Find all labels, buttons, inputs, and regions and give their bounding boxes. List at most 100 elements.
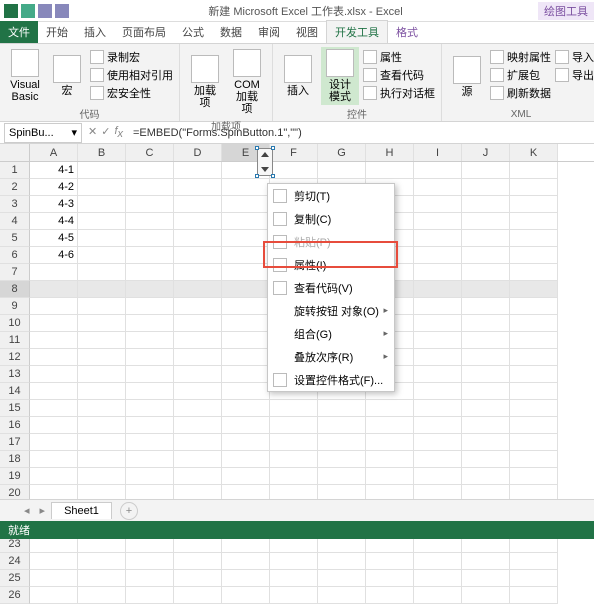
- cell[interactable]: [462, 298, 510, 315]
- cell[interactable]: [270, 587, 318, 604]
- cell[interactable]: [78, 281, 126, 298]
- col-header[interactable]: B: [78, 144, 126, 161]
- row-header[interactable]: 12: [0, 349, 30, 366]
- row-header[interactable]: 17: [0, 434, 30, 451]
- cell[interactable]: [222, 298, 270, 315]
- cell[interactable]: [30, 349, 78, 366]
- cell[interactable]: [78, 247, 126, 264]
- cell[interactable]: [414, 230, 462, 247]
- col-header[interactable]: A: [30, 144, 78, 161]
- cell[interactable]: [510, 332, 558, 349]
- cell[interactable]: [30, 383, 78, 400]
- menu-order[interactable]: 叠放次序(R)▸: [268, 345, 394, 368]
- cell[interactable]: [510, 383, 558, 400]
- cell[interactable]: [78, 570, 126, 587]
- cell[interactable]: [222, 570, 270, 587]
- cell[interactable]: [174, 213, 222, 230]
- cell[interactable]: [414, 247, 462, 264]
- cell[interactable]: [126, 230, 174, 247]
- cell[interactable]: [318, 587, 366, 604]
- cell[interactable]: [318, 434, 366, 451]
- cell[interactable]: [126, 587, 174, 604]
- row-header[interactable]: 14: [0, 383, 30, 400]
- undo-icon[interactable]: [38, 4, 52, 18]
- cell[interactable]: [126, 315, 174, 332]
- cell[interactable]: [30, 570, 78, 587]
- cell[interactable]: [126, 298, 174, 315]
- cell[interactable]: [366, 587, 414, 604]
- cell[interactable]: [414, 213, 462, 230]
- confirm-icon[interactable]: ✓: [101, 125, 110, 140]
- cell[interactable]: [174, 468, 222, 485]
- cell[interactable]: [462, 587, 510, 604]
- cell[interactable]: [462, 451, 510, 468]
- cell[interactable]: [462, 179, 510, 196]
- cell[interactable]: 4-3: [30, 196, 78, 213]
- cell[interactable]: [462, 196, 510, 213]
- cell[interactable]: [510, 264, 558, 281]
- cell[interactable]: [78, 264, 126, 281]
- cell[interactable]: [510, 247, 558, 264]
- cell[interactable]: [174, 315, 222, 332]
- cell[interactable]: [270, 434, 318, 451]
- cell[interactable]: [462, 315, 510, 332]
- cell[interactable]: [222, 247, 270, 264]
- col-header[interactable]: K: [510, 144, 558, 161]
- row-header[interactable]: 6: [0, 247, 30, 264]
- cell[interactable]: [78, 417, 126, 434]
- row-header[interactable]: 25: [0, 570, 30, 587]
- cell[interactable]: [30, 587, 78, 604]
- cell[interactable]: [318, 553, 366, 570]
- cell[interactable]: [126, 162, 174, 179]
- save-icon[interactable]: [21, 4, 35, 18]
- cell[interactable]: [270, 417, 318, 434]
- cell[interactable]: [222, 213, 270, 230]
- redo-icon[interactable]: [55, 4, 69, 18]
- cell[interactable]: [462, 230, 510, 247]
- cell[interactable]: [414, 553, 462, 570]
- cell[interactable]: [126, 179, 174, 196]
- cell[interactable]: [174, 349, 222, 366]
- row-header[interactable]: 18: [0, 451, 30, 468]
- cell[interactable]: 4-2: [30, 179, 78, 196]
- cell[interactable]: [174, 162, 222, 179]
- cell[interactable]: [414, 366, 462, 383]
- import-button[interactable]: 导入: [555, 49, 594, 65]
- cell[interactable]: [270, 400, 318, 417]
- view-code-button[interactable]: 查看代码: [363, 67, 435, 83]
- cell[interactable]: [510, 451, 558, 468]
- com-addins-button[interactable]: COM 加载项: [228, 47, 266, 117]
- cell[interactable]: [126, 434, 174, 451]
- cell[interactable]: [414, 383, 462, 400]
- cell[interactable]: [30, 417, 78, 434]
- cell[interactable]: [174, 247, 222, 264]
- cell[interactable]: [126, 553, 174, 570]
- cell[interactable]: [414, 400, 462, 417]
- record-macro-button[interactable]: 录制宏: [90, 49, 173, 65]
- cell[interactable]: [126, 213, 174, 230]
- cell[interactable]: [414, 281, 462, 298]
- menu-format-control[interactable]: 设置控件格式(F)...: [268, 368, 394, 391]
- cell[interactable]: [462, 468, 510, 485]
- row-header[interactable]: 13: [0, 366, 30, 383]
- row-header[interactable]: 24: [0, 553, 30, 570]
- col-header[interactable]: J: [462, 144, 510, 161]
- cell[interactable]: [414, 179, 462, 196]
- macro-security-button[interactable]: 宏安全性: [90, 85, 173, 101]
- cell[interactable]: [174, 400, 222, 417]
- cell[interactable]: [126, 570, 174, 587]
- cell[interactable]: [126, 366, 174, 383]
- cell[interactable]: 4-4: [30, 213, 78, 230]
- run-dialog-button[interactable]: 执行对话框: [363, 85, 435, 101]
- cell[interactable]: [366, 570, 414, 587]
- cell[interactable]: [462, 417, 510, 434]
- cell[interactable]: [78, 553, 126, 570]
- cell[interactable]: [222, 366, 270, 383]
- relative-ref-button[interactable]: 使用相对引用: [90, 67, 173, 83]
- xml-source-button[interactable]: 源: [448, 47, 486, 108]
- name-box[interactable]: SpinBu...▾: [4, 123, 82, 143]
- cell[interactable]: [78, 162, 126, 179]
- cell[interactable]: [126, 264, 174, 281]
- menu-cut[interactable]: 剪切(T): [268, 184, 394, 207]
- cell[interactable]: [510, 315, 558, 332]
